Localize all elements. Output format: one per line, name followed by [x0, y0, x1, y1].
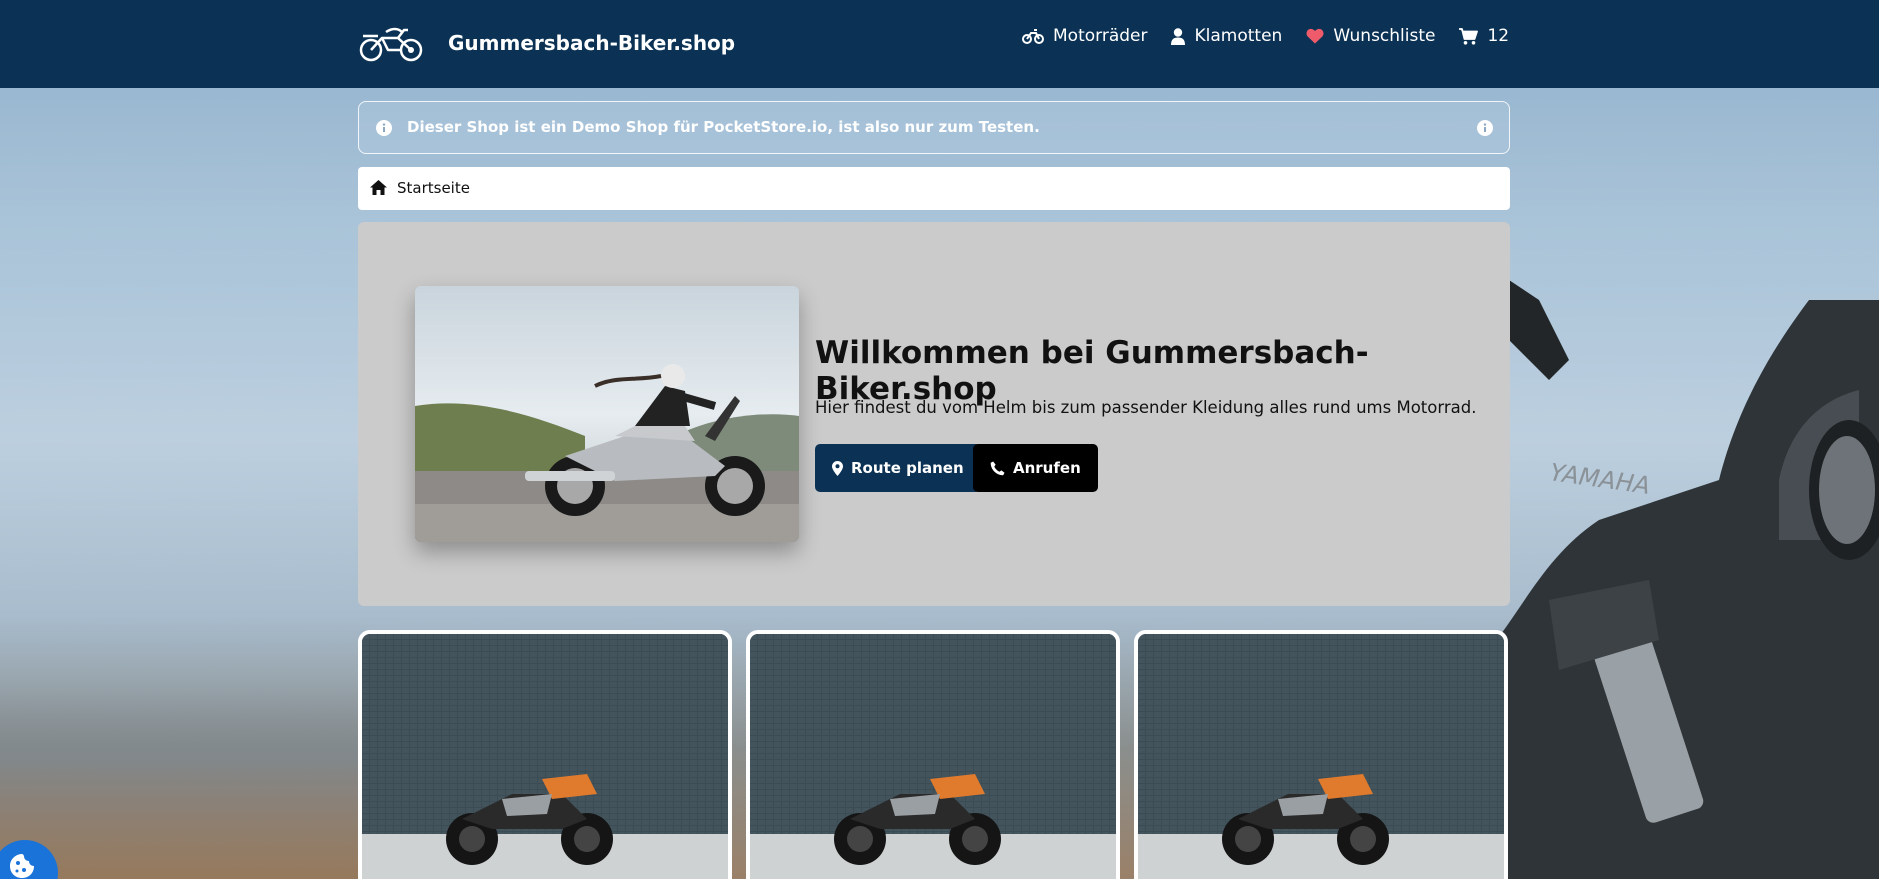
product-card[interactable] [1134, 630, 1508, 879]
call-button-label: Anrufen [1013, 459, 1081, 477]
cart-icon [1459, 27, 1479, 45]
home-icon[interactable] [370, 180, 387, 195]
product-card[interactable] [358, 630, 732, 879]
motorcycle-logo-icon[interactable] [358, 22, 424, 64]
site-header: Gummersbach-Biker.shop Motorräder Klamot… [0, 0, 1879, 88]
motorcycle-icon [1022, 29, 1044, 44]
cart-count: 12 [1487, 26, 1510, 46]
phone-icon [990, 461, 1005, 475]
background-landscape [0, 679, 380, 879]
background-motorcycle-image: YAMAHA [1479, 280, 1879, 879]
nav-label: Klamotten [1194, 26, 1283, 46]
svg-text:YAMAHA: YAMAHA [1548, 458, 1652, 500]
main-nav: Motorräder Klamotten Wunschliste 12 [1022, 26, 1509, 46]
cookie-icon [10, 854, 34, 878]
breadcrumb: Startseite [358, 167, 1510, 210]
hero-section: Willkommen bei Gummersbach-Biker.shop Hi… [358, 222, 1510, 606]
route-button[interactable]: Route planen [815, 444, 981, 492]
route-button-label: Route planen [851, 459, 964, 477]
hero-subtitle: Hier findest du vom Helm bis zum passend… [815, 398, 1477, 417]
info-icon[interactable] [1477, 120, 1493, 136]
demo-info-banner: Dieser Shop ist ein Demo Shop für Pocket… [358, 101, 1510, 154]
product-image [750, 634, 1116, 879]
nav-label: Motorräder [1053, 26, 1148, 46]
nav-cart[interactable]: 12 [1459, 26, 1509, 46]
breadcrumb-home[interactable]: Startseite [397, 179, 470, 197]
nav-wunschliste[interactable]: Wunschliste [1306, 26, 1435, 46]
hero-image [415, 286, 799, 542]
call-button[interactable]: Anrufen [973, 444, 1098, 492]
info-icon [376, 120, 392, 136]
hero-title: Willkommen bei Gummersbach-Biker.shop [815, 335, 1369, 407]
map-marker-icon [832, 460, 843, 476]
nav-label: Wunschliste [1333, 26, 1436, 46]
brand-name[interactable]: Gummersbach-Biker.shop [448, 31, 735, 55]
product-image [362, 634, 728, 879]
heart-icon [1306, 28, 1324, 44]
product-image [1138, 634, 1504, 879]
nav-klamotten[interactable]: Klamotten [1171, 26, 1282, 46]
nav-motorraeder[interactable]: Motorräder [1022, 26, 1147, 46]
product-card[interactable] [746, 630, 1120, 879]
user-icon [1171, 27, 1186, 45]
info-text: Dieser Shop ist ein Demo Shop für Pocket… [407, 118, 1040, 136]
